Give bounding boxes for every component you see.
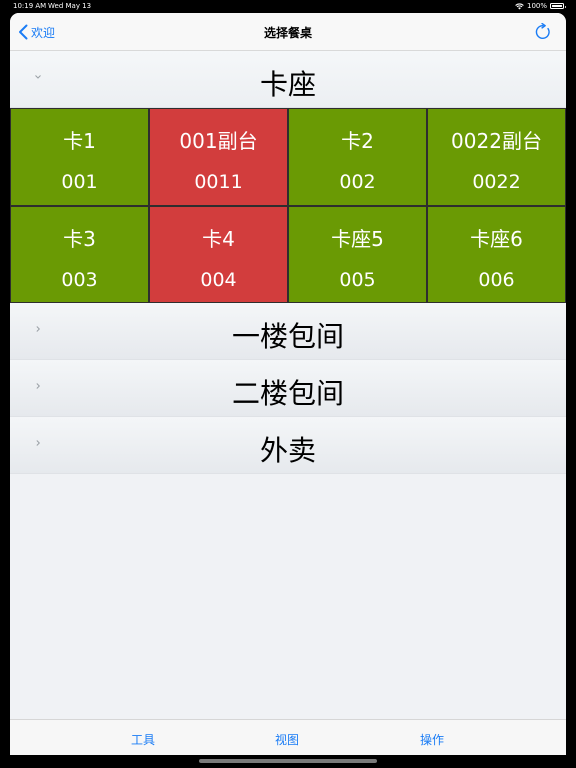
- section-header-takeout[interactable]: 外卖: [10, 417, 566, 474]
- table-code: 0011: [194, 171, 243, 193]
- refresh-icon[interactable]: [534, 23, 552, 41]
- status-time: 10:19 AM: [13, 2, 47, 10]
- table-code: 0022: [472, 171, 521, 193]
- tools-button[interactable]: 工具: [131, 731, 155, 748]
- page-title: 选择餐桌: [263, 26, 312, 40]
- battery-icon: [550, 3, 566, 9]
- section-header-second-floor-rooms[interactable]: 二楼包间: [10, 360, 566, 417]
- table-code: 001: [61, 171, 98, 193]
- table-cell-001[interactable]: 卡1 001: [10, 108, 149, 206]
- table-code: 006: [478, 269, 515, 291]
- table-list: 卡座 卡1 001 001副台 0011 卡2 002 0022副台 0022: [10, 51, 566, 719]
- app-window: 欢迎 选择餐桌 卡座 卡1 001 001副台 0011 卡2 002 0022…: [10, 13, 566, 755]
- table-name: 卡座6: [470, 227, 523, 251]
- section-title: 卡座: [259, 68, 316, 101]
- screen: 10:19 AM Wed May 13 100% 欢迎 选择餐桌 卡座 卡1 0…: [0, 0, 576, 768]
- status-date: Wed May 13: [48, 2, 92, 10]
- table-name: 卡2: [341, 129, 374, 153]
- status-bar: 10:19 AM Wed May 13 100%: [0, 0, 576, 13]
- table-cell-004[interactable]: 卡4 004: [149, 206, 288, 303]
- section-title: 二楼包间: [231, 377, 344, 410]
- table-code: 004: [200, 269, 237, 291]
- table-grid: 卡1 001 001副台 0011 卡2 002 0022副台 0022 卡3: [10, 108, 566, 303]
- status-indicators: 100%: [515, 2, 566, 10]
- table-cell-006[interactable]: 卡座6 006: [427, 206, 566, 303]
- section-header-booths[interactable]: 卡座: [10, 51, 566, 108]
- section-title: 一楼包间: [231, 320, 344, 353]
- table-cell-005[interactable]: 卡座5 005: [288, 206, 427, 303]
- table-code: 002: [339, 171, 376, 193]
- table-cell-003[interactable]: 卡3 003: [10, 206, 149, 303]
- view-button[interactable]: 视图: [275, 731, 299, 748]
- table-name: 卡1: [63, 129, 96, 153]
- navigation-bar: 欢迎 选择餐桌: [10, 13, 566, 51]
- table-name: 卡4: [202, 227, 235, 251]
- table-cell-002[interactable]: 卡2 002: [288, 108, 427, 206]
- table-cell-0022[interactable]: 0022副台 0022: [427, 108, 566, 206]
- table-name: 001副台: [179, 129, 258, 153]
- operate-button[interactable]: 操作: [420, 731, 444, 748]
- bottom-toolbar: 工具 视图 操作: [10, 719, 566, 755]
- table-cell-0011[interactable]: 001副台 0011: [149, 108, 288, 206]
- home-indicator: [199, 759, 377, 763]
- table-name: 卡3: [63, 227, 96, 251]
- table-name: 0022副台: [451, 129, 542, 153]
- table-code: 005: [339, 269, 376, 291]
- wifi-icon: [515, 2, 524, 9]
- section-title: 外卖: [259, 434, 316, 467]
- battery-percent: 100%: [526, 2, 547, 10]
- table-name: 卡座5: [331, 227, 384, 251]
- table-code: 003: [61, 269, 98, 291]
- section-header-first-floor-rooms[interactable]: 一楼包间: [10, 303, 566, 360]
